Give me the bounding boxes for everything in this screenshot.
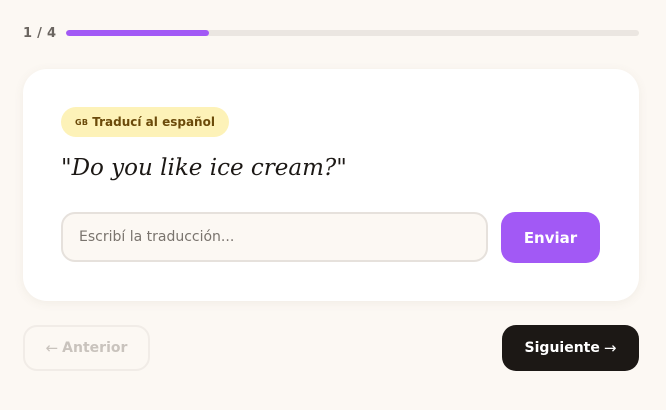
gb-flag-icon: GB xyxy=(75,117,89,127)
progress-label: 1 / 4 xyxy=(23,25,57,41)
language-badge: GB Traducí al español xyxy=(61,107,229,137)
progress-bar: 1 / 4 xyxy=(23,24,639,42)
prompt-text: "Do you like ice cream?" xyxy=(61,155,347,181)
next-button[interactable]: Siguiente → xyxy=(502,325,639,371)
submit-button[interactable]: Enviar xyxy=(501,212,600,263)
badge-label: Traducí al español xyxy=(92,115,215,129)
translation-input[interactable] xyxy=(61,212,488,262)
progress-fill xyxy=(66,30,210,36)
arrow-right-icon: → xyxy=(603,339,617,357)
previous-button[interactable]: ← Anterior xyxy=(23,325,150,371)
arrow-left-icon: ← xyxy=(45,339,59,357)
previous-label: Anterior xyxy=(62,340,128,356)
progress-track xyxy=(66,30,639,36)
exercise-card: GB Traducí al español "Do you like ice c… xyxy=(23,69,639,301)
next-label: Siguiente xyxy=(524,340,600,356)
